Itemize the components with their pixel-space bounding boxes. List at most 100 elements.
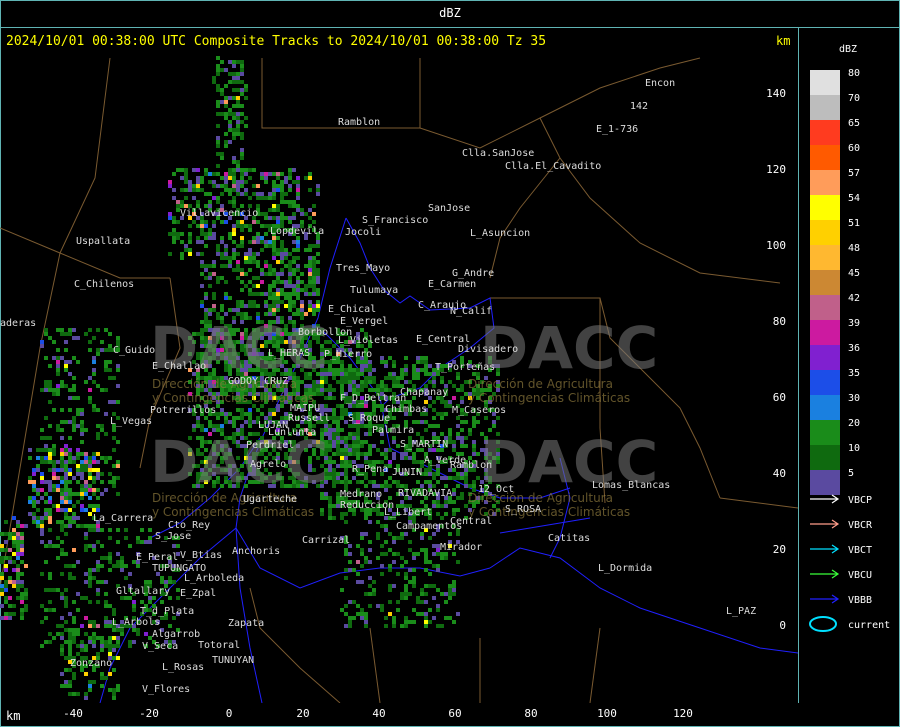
place-label: aderas	[0, 318, 37, 329]
radar-pixel	[376, 484, 380, 488]
radar-pixel	[296, 256, 300, 260]
radar-pixel	[108, 648, 112, 652]
radar-pixel	[288, 296, 292, 300]
radar-pixel	[100, 544, 104, 548]
x-tick: 100	[597, 707, 617, 720]
radar-pixel	[260, 268, 264, 272]
radar-pixel	[404, 356, 408, 360]
radar-pixel	[436, 500, 440, 504]
watermark-line2-d: y Contingencias Climáticas	[468, 505, 631, 519]
radar-pixel	[296, 244, 300, 248]
radar-pixel	[72, 356, 76, 360]
radar-pixel	[240, 280, 244, 284]
radar-pixel	[60, 520, 64, 524]
radar-pixel	[400, 556, 404, 560]
radar-pixel	[212, 196, 216, 200]
radar-pixel	[100, 648, 104, 652]
radar-pixel	[200, 284, 204, 288]
radar-pixel	[272, 296, 276, 300]
radar-pixel	[108, 368, 112, 372]
radar-pixel	[372, 592, 376, 596]
radar-pixel	[116, 492, 120, 496]
radar-pixel	[232, 180, 236, 184]
radar-pixel	[64, 500, 68, 504]
radar-pixel	[392, 360, 396, 364]
radar-pixel	[176, 236, 180, 240]
radar-pixel	[16, 556, 20, 560]
radar-pixel	[280, 212, 284, 216]
radar-pixel	[40, 448, 44, 452]
radar-pixel	[400, 376, 404, 380]
radar-pixel	[380, 544, 384, 548]
radar-pixel	[48, 640, 52, 644]
radar-pixel	[212, 304, 216, 308]
radar-pixel	[96, 436, 100, 440]
radar-pixel	[312, 288, 316, 292]
place-label: L_PAZ	[726, 606, 757, 617]
radar-pixel	[396, 600, 400, 604]
radar-pixel	[388, 484, 392, 488]
radar-pixel	[360, 552, 364, 556]
radar-pixel	[112, 400, 116, 404]
radar-map[interactable]: DACC DACC DACC DACC Dirección de Agricul…	[0, 28, 799, 704]
radar-pixel	[284, 284, 288, 288]
radar-pixel	[272, 252, 276, 256]
radar-pixel	[392, 384, 396, 388]
radar-pixel	[196, 416, 200, 420]
radar-pixel	[332, 468, 336, 472]
radar-pixel	[80, 468, 84, 472]
radar-pixel	[328, 444, 332, 448]
radar-pixel	[88, 576, 92, 580]
radar-pixel	[328, 512, 332, 516]
radar-pixel	[456, 560, 460, 564]
radar-pixel	[60, 448, 64, 452]
radar-pixel	[392, 364, 396, 368]
radar-pixel	[280, 188, 284, 192]
radar-pixel	[108, 480, 112, 484]
radar-pixel	[64, 628, 68, 632]
radar-pixel	[412, 456, 416, 460]
radar-pixel	[100, 684, 104, 688]
radar-pixel	[16, 580, 20, 584]
radar-pixel	[404, 452, 408, 456]
radar-pixel	[264, 244, 268, 248]
radar-pixel	[40, 340, 44, 344]
radar-pixel	[92, 360, 96, 364]
radar-pixel	[256, 264, 260, 268]
radar-pixel	[0, 548, 4, 552]
radar-pixel	[340, 372, 344, 376]
radar-pixel	[80, 640, 84, 644]
radar-pixel	[72, 636, 76, 640]
radar-pixel	[332, 388, 336, 392]
radar-pixel	[164, 580, 168, 584]
radar-pixel	[348, 368, 352, 372]
radar-pixel	[384, 456, 388, 460]
radar-pixel	[448, 380, 452, 384]
radar-pixel	[76, 500, 80, 504]
radar-pixel	[408, 548, 412, 552]
radar-pixel	[224, 188, 228, 192]
radar-pixel	[384, 364, 388, 368]
radar-pixel	[68, 436, 72, 440]
radar-pixel	[288, 284, 292, 288]
place-label: E_Zpal	[180, 588, 217, 599]
radar-pixel	[80, 492, 84, 496]
radar-pixel	[348, 384, 352, 388]
radar-pixel	[288, 276, 292, 280]
radar-pixel	[268, 296, 272, 300]
radar-pixel	[104, 348, 108, 352]
radar-pixel	[220, 156, 224, 160]
radar-pixel	[104, 676, 108, 680]
radar-pixel	[216, 152, 220, 156]
radar-pixel	[4, 584, 8, 588]
radar-pixel	[472, 452, 476, 456]
radar-pixel	[276, 188, 280, 192]
radar-pixel	[352, 600, 356, 604]
radar-pixel	[332, 444, 336, 448]
radar-pixel	[104, 328, 108, 332]
radar-pixel	[84, 452, 88, 456]
radar-pixel	[268, 308, 272, 312]
radar-pixel	[424, 428, 428, 432]
radar-pixel	[32, 484, 36, 488]
radar-pixel	[292, 204, 296, 208]
